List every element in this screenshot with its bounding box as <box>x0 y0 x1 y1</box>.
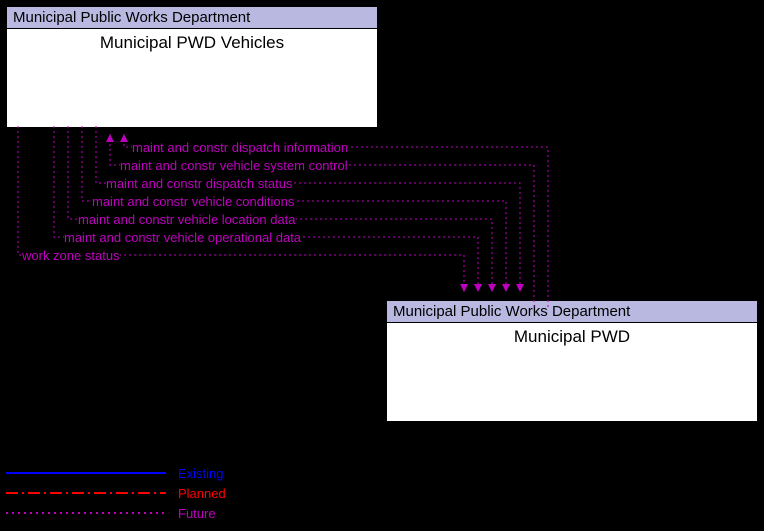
legend-label-future: Future <box>178 506 216 521</box>
legend-row-existing: Existing <box>6 463 226 483</box>
legend: Existing Planned Future <box>6 463 226 523</box>
node-header-bottom: Municipal Public Works Department <box>387 301 757 323</box>
node-header-top: Municipal Public Works Department <box>7 7 377 29</box>
legend-label-planned: Planned <box>178 486 226 501</box>
flow-label-dispatch-status[interactable]: maint and constr dispatch status <box>106 176 292 191</box>
legend-line-existing <box>6 463 166 483</box>
legend-line-planned <box>6 483 166 503</box>
flow-label-work-zone-status[interactable]: work zone status <box>22 248 120 263</box>
flow-label-vehicle-location-data[interactable]: maint and constr vehicle location data <box>78 212 296 227</box>
legend-row-future: Future <box>6 503 226 523</box>
node-title-bottom: Municipal PWD <box>387 323 757 347</box>
node-municipal-pwd[interactable]: Municipal Public Works Department Munici… <box>386 300 758 422</box>
node-municipal-pwd-vehicles[interactable]: Municipal Public Works Department Munici… <box>6 6 378 128</box>
node-title-top: Municipal PWD Vehicles <box>7 29 377 53</box>
legend-row-planned: Planned <box>6 483 226 503</box>
legend-label-existing: Existing <box>178 466 224 481</box>
flow-label-vehicle-conditions[interactable]: maint and constr vehicle conditions <box>92 194 294 209</box>
flow-label-vehicle-operational-data[interactable]: maint and constr vehicle operational dat… <box>64 230 301 245</box>
flow-label-vehicle-system-control[interactable]: maint and constr vehicle system control <box>120 158 348 173</box>
legend-line-future <box>6 503 166 523</box>
flow-label-dispatch-information[interactable]: maint and constr dispatch information <box>132 140 348 155</box>
